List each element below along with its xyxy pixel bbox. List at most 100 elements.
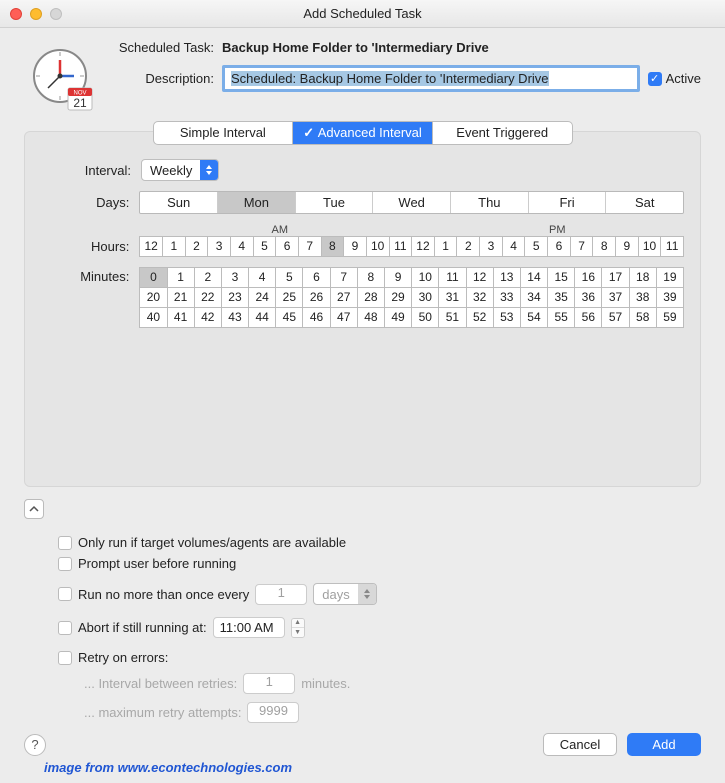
minute-cell[interactable]: 47 xyxy=(331,308,358,328)
active-group[interactable]: ✓ Active xyxy=(648,71,701,86)
minute-cell[interactable]: 13 xyxy=(494,268,521,288)
minute-cell[interactable]: 18 xyxy=(630,268,657,288)
day-cell[interactable]: Tue xyxy=(296,192,374,213)
hour-cell[interactable]: 3 xyxy=(208,237,231,257)
description-input[interactable]: Scheduled: Backup Home Folder to 'Interm… xyxy=(222,65,640,92)
minute-cell[interactable]: 2 xyxy=(195,268,222,288)
hour-cell[interactable]: 12 xyxy=(412,237,435,257)
hour-cell[interactable]: 5 xyxy=(525,237,548,257)
tab-simple-interval[interactable]: Simple Interval xyxy=(154,122,294,144)
minute-cell[interactable]: 38 xyxy=(630,288,657,308)
minute-cell[interactable]: 56 xyxy=(575,308,602,328)
retry-interval-value-input[interactable]: 1 xyxy=(243,673,295,694)
minute-cell[interactable]: 14 xyxy=(521,268,548,288)
hour-cell[interactable]: 10 xyxy=(639,237,662,257)
minute-cell[interactable]: 16 xyxy=(575,268,602,288)
minute-cell[interactable]: 42 xyxy=(195,308,222,328)
hour-cell[interactable]: 7 xyxy=(571,237,594,257)
hour-cell[interactable]: 11 xyxy=(390,237,413,257)
prompt-checkbox[interactable] xyxy=(58,557,72,571)
minute-cell[interactable]: 39 xyxy=(657,288,684,308)
minute-cell[interactable]: 12 xyxy=(467,268,494,288)
minute-cell[interactable]: 59 xyxy=(657,308,684,328)
minute-cell[interactable]: 36 xyxy=(575,288,602,308)
hour-cell[interactable]: 12 xyxy=(140,237,163,257)
minute-cell[interactable]: 11 xyxy=(439,268,466,288)
retry-checkbox[interactable] xyxy=(58,651,72,665)
hour-cell[interactable]: 3 xyxy=(480,237,503,257)
hour-cell[interactable]: 1 xyxy=(435,237,458,257)
hour-cell[interactable]: 2 xyxy=(457,237,480,257)
minute-cell[interactable]: 10 xyxy=(412,268,439,288)
minute-cell[interactable]: 57 xyxy=(602,308,629,328)
minute-cell[interactable]: 3 xyxy=(222,268,249,288)
minute-cell[interactable]: 29 xyxy=(385,288,412,308)
minute-cell[interactable]: 24 xyxy=(249,288,276,308)
minute-cell[interactable]: 26 xyxy=(303,288,330,308)
minute-cell[interactable]: 15 xyxy=(548,268,575,288)
hour-cell[interactable]: 8 xyxy=(322,237,345,257)
hour-cell[interactable]: 6 xyxy=(276,237,299,257)
minute-cell[interactable]: 43 xyxy=(222,308,249,328)
day-cell[interactable]: Sat xyxy=(606,192,683,213)
hour-cell[interactable]: 4 xyxy=(503,237,526,257)
day-cell[interactable]: Mon xyxy=(218,192,296,213)
hour-cell[interactable]: 11 xyxy=(661,237,684,257)
hour-cell[interactable]: 10 xyxy=(367,237,390,257)
minute-cell[interactable]: 31 xyxy=(439,288,466,308)
retry-max-value-input[interactable]: 9999 xyxy=(247,702,299,723)
minute-cell[interactable]: 58 xyxy=(630,308,657,328)
minute-cell[interactable]: 45 xyxy=(276,308,303,328)
hour-cell[interactable]: 7 xyxy=(299,237,322,257)
minute-cell[interactable]: 1 xyxy=(168,268,195,288)
tab-advanced-interval[interactable]: ✓ Advanced Interval xyxy=(293,122,433,144)
minute-cell[interactable]: 37 xyxy=(602,288,629,308)
hour-cell[interactable]: 9 xyxy=(616,237,639,257)
minute-cell[interactable]: 53 xyxy=(494,308,521,328)
minute-cell[interactable]: 50 xyxy=(412,308,439,328)
collapse-options-button[interactable] xyxy=(24,499,44,519)
minute-cell[interactable]: 23 xyxy=(222,288,249,308)
hour-cell[interactable]: 6 xyxy=(548,237,571,257)
minute-cell[interactable]: 46 xyxy=(303,308,330,328)
minute-cell[interactable]: 34 xyxy=(521,288,548,308)
cancel-button[interactable]: Cancel xyxy=(543,733,617,756)
minute-cell[interactable]: 7 xyxy=(331,268,358,288)
minute-cell[interactable]: 5 xyxy=(276,268,303,288)
active-checkbox[interactable]: ✓ xyxy=(648,72,662,86)
minute-cell[interactable]: 33 xyxy=(494,288,521,308)
minute-cell[interactable]: 52 xyxy=(467,308,494,328)
minute-cell[interactable]: 40 xyxy=(140,308,167,328)
minute-cell[interactable]: 49 xyxy=(385,308,412,328)
minute-cell[interactable]: 41 xyxy=(168,308,195,328)
minute-cell[interactable]: 8 xyxy=(358,268,385,288)
minute-cell[interactable]: 30 xyxy=(412,288,439,308)
minute-cell[interactable]: 19 xyxy=(657,268,684,288)
run-no-more-checkbox[interactable] xyxy=(58,587,72,601)
run-no-more-value-input[interactable]: 1 xyxy=(255,584,307,605)
hour-cell[interactable]: 4 xyxy=(231,237,254,257)
day-cell[interactable]: Fri xyxy=(529,192,607,213)
hour-cell[interactable]: 2 xyxy=(186,237,209,257)
minute-cell[interactable]: 48 xyxy=(358,308,385,328)
minute-cell[interactable]: 6 xyxy=(303,268,330,288)
minute-cell[interactable]: 4 xyxy=(249,268,276,288)
hour-cell[interactable]: 1 xyxy=(163,237,186,257)
abort-checkbox[interactable] xyxy=(58,621,72,635)
hour-cell[interactable]: 5 xyxy=(254,237,277,257)
hour-cell[interactable]: 8 xyxy=(593,237,616,257)
add-button[interactable]: Add xyxy=(627,733,701,756)
run-no-more-unit-popup[interactable]: days xyxy=(313,583,376,605)
minute-cell[interactable]: 20 xyxy=(140,288,167,308)
abort-time-stepper[interactable]: ▲ ▼ xyxy=(291,618,305,638)
minute-cell[interactable]: 32 xyxy=(467,288,494,308)
minute-cell[interactable]: 27 xyxy=(331,288,358,308)
minute-cell[interactable]: 25 xyxy=(276,288,303,308)
day-cell[interactable]: Thu xyxy=(451,192,529,213)
day-cell[interactable]: Wed xyxy=(373,192,451,213)
minute-cell[interactable]: 0 xyxy=(140,268,167,288)
help-button[interactable]: ? xyxy=(24,734,46,756)
tab-event-triggered[interactable]: Event Triggered xyxy=(433,122,572,144)
abort-time-input[interactable]: 11:00 AM xyxy=(213,617,285,638)
minute-cell[interactable]: 55 xyxy=(548,308,575,328)
